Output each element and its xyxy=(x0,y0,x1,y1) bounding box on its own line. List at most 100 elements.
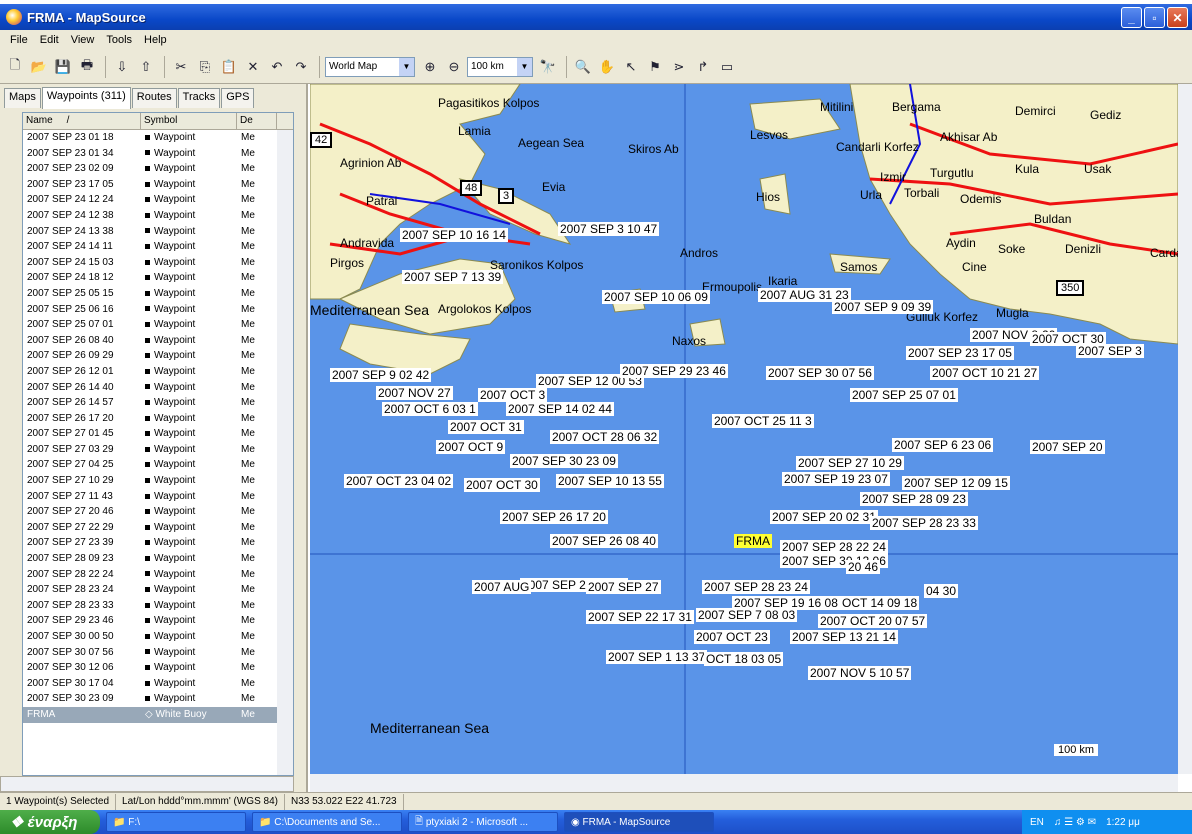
waypoint-label[interactable]: 2007 AUG xyxy=(472,580,532,594)
waypoint-label[interactable]: 2007 SEP 23 17 05 xyxy=(906,346,1014,360)
list-item[interactable]: 2007 SEP 28 23 24 Waypoint Me xyxy=(23,582,293,598)
map-vertical-scrollbar[interactable] xyxy=(1178,84,1192,774)
tab-routes[interactable]: Routes xyxy=(131,88,177,108)
list-item[interactable]: 2007 SEP 30 23 09 Waypoint Me xyxy=(23,691,293,707)
waypoint-label[interactable]: 2007 OCT 30 xyxy=(464,478,540,492)
tray-icons[interactable]: ♫ ☰ ⚙ ✉ xyxy=(1054,817,1096,828)
menu-tools[interactable]: Tools xyxy=(100,34,138,46)
waypoint-label[interactable]: 2007 OCT 31 xyxy=(448,420,524,434)
menu-help[interactable]: Help xyxy=(138,34,173,46)
waypoint-label[interactable]: OCT 14 09 18 xyxy=(840,596,920,610)
list-item[interactable]: 2007 SEP 24 14 11 Waypoint Me xyxy=(23,239,293,255)
undo-icon[interactable]: ↶ xyxy=(266,56,288,78)
waypoint-label[interactable]: 2007 SEP 10 16 14 xyxy=(400,228,508,242)
waypoint-label[interactable]: 2007 SEP 7 13 39 xyxy=(402,270,504,284)
tab-gps[interactable]: GPS xyxy=(221,88,255,108)
list-item[interactable]: 2007 SEP 27 23 39 Waypoint Me xyxy=(23,535,293,551)
waypoint-label[interactable]: 2007 SEP 29 23 46 xyxy=(620,364,728,378)
waypoint-label[interactable]: 2007 SEP 28 09 23 xyxy=(860,492,968,506)
waypoint-label[interactable]: 2007 SEP 22 17 31 xyxy=(586,610,694,624)
chevron-down-icon[interactable]: ▼ xyxy=(517,57,532,76)
waypoint-label[interactable]: 2007 SEP 3 xyxy=(1076,344,1144,358)
waypoint-label[interactable]: 2007 SEP 9 09 39 xyxy=(832,300,934,314)
list-item[interactable]: 2007 SEP 23 17 05 Waypoint Me xyxy=(23,177,293,193)
list-item[interactable]: 2007 SEP 24 18 12 Waypoint Me xyxy=(23,270,293,286)
chevron-down-icon[interactable]: ▼ xyxy=(399,57,414,76)
waypoint-label[interactable]: FRMA xyxy=(734,534,772,548)
waypoint-label[interactable]: 2007 SEP 3 10 47 xyxy=(558,222,660,236)
list-item[interactable]: 2007 SEP 26 14 40 Waypoint Me xyxy=(23,380,293,396)
save-icon[interactable]: 💾 xyxy=(52,56,74,78)
list-item[interactable]: 2007 SEP 23 01 18 Waypoint Me xyxy=(23,130,293,146)
maximize-button[interactable]: ▫ xyxy=(1144,7,1165,28)
waypoint-label[interactable]: 2007 SEP 20 02 31 xyxy=(770,510,878,524)
start-button[interactable]: ❖ έναρξη xyxy=(0,810,100,834)
list-item[interactable]: 2007 SEP 30 00 50 Waypoint Me xyxy=(23,629,293,645)
waypoint-label[interactable]: 2007 OCT 23 xyxy=(694,630,770,644)
column-header-name[interactable]: Name / xyxy=(23,113,141,129)
waypoint-label[interactable]: 04 30 xyxy=(924,584,959,598)
list-item[interactable]: 2007 SEP 27 04 25 Waypoint Me xyxy=(23,457,293,473)
tab-tracks[interactable]: Tracks xyxy=(177,88,221,108)
task-word[interactable]: 🗎 ptyxiaki 2 - Microsoft ... xyxy=(408,812,558,832)
zoom-tool-icon[interactable]: 🔍 xyxy=(572,56,594,78)
list-item[interactable]: 2007 SEP 25 06 16 Waypoint Me xyxy=(23,302,293,318)
zoom-in-icon[interactable]: ⊕ xyxy=(419,56,441,78)
waypoint-label[interactable]: OCT 18 03 05 xyxy=(704,652,784,666)
menu-file[interactable]: File xyxy=(4,34,34,46)
distance-tool-icon[interactable]: ▭ xyxy=(716,56,738,78)
hand-tool-icon[interactable]: ✋ xyxy=(596,56,618,78)
print-icon[interactable]: 🖶 xyxy=(76,56,98,78)
waypoint-tool-icon[interactable]: ⚑ xyxy=(644,56,666,78)
track-tool-icon[interactable]: ↱ xyxy=(692,56,714,78)
waypoint-list[interactable]: Name / Symbol De 2007 SEP 23 01 18 Waypoi… xyxy=(22,112,294,776)
list-item[interactable]: 2007 SEP 26 12 01 Waypoint Me xyxy=(23,364,293,380)
list-horizontal-scrollbar[interactable] xyxy=(0,776,294,792)
map-canvas[interactable] xyxy=(310,84,1178,774)
cut-icon[interactable]: ✂ xyxy=(170,56,192,78)
delete-icon[interactable]: ✕ xyxy=(242,56,264,78)
waypoint-label[interactable]: 20 46 xyxy=(846,560,881,574)
list-item[interactable]: 2007 SEP 24 12 24 Waypoint Me xyxy=(23,192,293,208)
list-item[interactable]: 2007 SEP 24 13 38 Waypoint Me xyxy=(23,224,293,240)
find-binoculars-icon[interactable]: 🔭 xyxy=(537,56,559,78)
list-item[interactable]: 2007 SEP 28 22 24 Waypoint Me xyxy=(23,567,293,583)
waypoint-label[interactable]: 2007 SEP 30 07 56 xyxy=(766,366,874,380)
list-item[interactable]: 2007 SEP 23 02 09 Waypoint Me xyxy=(23,161,293,177)
list-item[interactable]: 2007 SEP 29 23 46 Waypoint Me xyxy=(23,613,293,629)
map-horizontal-scrollbar[interactable] xyxy=(310,774,1178,792)
list-item[interactable]: 2007 SEP 26 17 20 Waypoint Me xyxy=(23,411,293,427)
paste-icon[interactable]: 📋 xyxy=(218,56,240,78)
waypoint-label[interactable]: 2007 SEP 25 07 01 xyxy=(850,388,958,402)
waypoint-label[interactable]: 2007 SEP 28 23 24 xyxy=(702,580,810,594)
waypoint-label[interactable]: 2007 NOV 5 10 57 xyxy=(808,666,912,680)
waypoint-label[interactable]: 2007 OCT 10 21 27 xyxy=(930,366,1040,380)
waypoint-label[interactable]: 2007 SEP 19 23 07 xyxy=(782,472,890,486)
waypoint-label[interactable]: 2007 OCT 9 xyxy=(436,440,506,454)
list-item[interactable]: 2007 SEP 26 09 29 Waypoint Me xyxy=(23,348,293,364)
task-mapsource[interactable]: ◉ FRMA - MapSource xyxy=(564,812,714,832)
list-item[interactable]: 2007 SEP 25 05 15 Waypoint Me xyxy=(23,286,293,302)
copy-icon[interactable]: ⎘ xyxy=(194,56,216,78)
waypoint-label[interactable]: 2007 SEP 30 23 09 xyxy=(510,454,618,468)
waypoint-label[interactable]: 2007 SEP 27 xyxy=(586,580,661,594)
waypoint-label[interactable]: 2007 SEP 27 10 29 xyxy=(796,456,904,470)
list-item[interactable]: 2007 SEP 23 01 34 Waypoint Me xyxy=(23,146,293,162)
list-item[interactable]: 2007 SEP 28 23 33 Waypoint Me xyxy=(23,598,293,614)
list-vertical-scrollbar[interactable] xyxy=(277,130,293,775)
task-folder-f[interactable]: 📁 F:\ xyxy=(106,812,246,832)
close-button[interactable]: ✕ xyxy=(1167,7,1188,28)
zoom-scale-select[interactable]: 100 km ▼ xyxy=(467,56,533,77)
column-header-symbol[interactable]: Symbol xyxy=(141,113,237,129)
waypoint-label[interactable]: 2007 SEP 26 17 20 xyxy=(500,510,608,524)
waypoint-label[interactable]: 2007 SEP 26 08 40 xyxy=(550,534,658,548)
waypoint-label[interactable]: 2007 SEP 7 08 03 xyxy=(696,608,798,622)
list-item[interactable]: 2007 SEP 24 15 03 Waypoint Me xyxy=(23,255,293,271)
waypoint-label[interactable]: 2007 SEP 10 13 55 xyxy=(556,474,664,488)
new-file-icon[interactable]: 🗋 xyxy=(4,56,26,78)
waypoint-label[interactable]: 2007 NOV 27 xyxy=(376,386,453,400)
menu-view[interactable]: View xyxy=(65,34,101,46)
map-product-select[interactable]: World Map ▼ xyxy=(325,56,415,77)
list-item[interactable]: 2007 SEP 24 12 38 Waypoint Me xyxy=(23,208,293,224)
receive-from-device-icon[interactable]: ⇩ xyxy=(111,56,133,78)
